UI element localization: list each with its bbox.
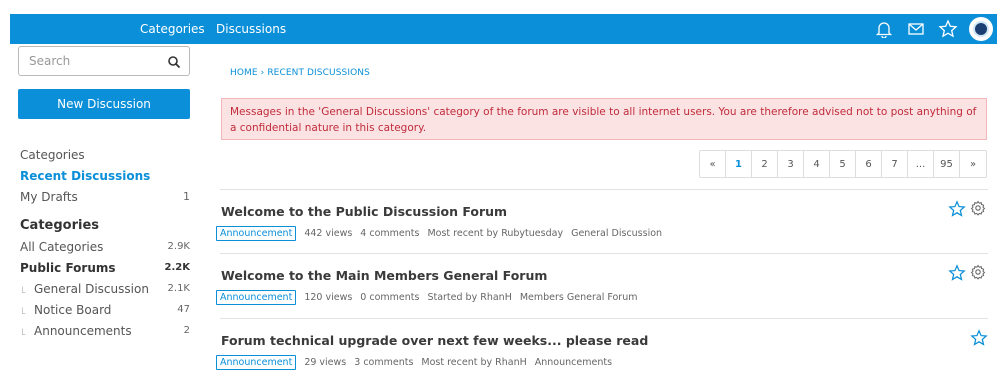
discussion-category[interactable]: General Discussion <box>571 228 662 239</box>
recent-author[interactable]: Most recent by RhanH <box>421 357 526 368</box>
pager-page-3[interactable]: 3 <box>778 151 804 177</box>
discussion-category[interactable]: Members General Forum <box>520 292 638 303</box>
sidebar-item-count: 1 <box>183 190 190 203</box>
announcement-badge: Announcement <box>216 355 297 370</box>
announcement-badge: Announcement <box>216 226 297 241</box>
pager: « 1 2 3 4 5 6 7 ... 95 » <box>699 150 987 178</box>
category-item-public-forums[interactable]: Public Forums 2.2K <box>20 257 190 278</box>
recent-author[interactable]: Started by RhanH <box>427 292 511 303</box>
category-count: 47 <box>177 304 190 315</box>
discussion-category[interactable]: Announcements <box>535 357 612 368</box>
pager-prev[interactable]: « <box>700 151 726 177</box>
discussion-actions <box>970 329 988 347</box>
avatar[interactable] <box>969 17 993 41</box>
category-label-text: Announcements <box>34 323 132 338</box>
pager-ellipsis: ... <box>908 151 934 177</box>
category-label: Notice Board <box>20 303 111 317</box>
pager-page-2[interactable]: 2 <box>752 151 778 177</box>
category-label: General Discussion <box>20 282 149 296</box>
view-count: 120 views <box>304 292 353 303</box>
search-input[interactable]: Search <box>18 46 190 76</box>
pager-page-95[interactable]: 95 <box>934 151 960 177</box>
bell-icon[interactable] <box>873 18 895 40</box>
category-item-general-discussion[interactable]: General Discussion 2.1K <box>20 278 190 299</box>
discussion-actions <box>948 264 988 282</box>
nav-discussions-link[interactable]: Discussions <box>216 22 286 36</box>
discussion-title[interactable]: Forum technical upgrade over next few we… <box>221 333 648 348</box>
discussion-item: Forum technical upgrade over next few we… <box>216 318 988 378</box>
gear-icon[interactable] <box>970 264 988 282</box>
pager-page-6[interactable]: 6 <box>856 151 882 177</box>
recent-author[interactable]: Most recent by Rubytuesday <box>427 228 563 239</box>
bookmark-star-icon[interactable] <box>948 200 966 218</box>
sidebar-menu: Categories Recent Discussions My Drafts … <box>20 144 190 207</box>
sidebar-item-my-drafts[interactable]: My Drafts 1 <box>20 186 190 207</box>
discussion-actions <box>948 200 988 218</box>
announcement-badge: Announcement <box>216 290 297 305</box>
discussion-meta: Announcement 29 views 3 comments Most re… <box>216 355 612 370</box>
category-label: Announcements <box>20 324 132 338</box>
search-icon[interactable] <box>167 54 181 69</box>
pager-page-4[interactable]: 4 <box>804 151 830 177</box>
category-count: 2 <box>183 325 190 336</box>
top-bar-icons <box>873 14 993 44</box>
view-count: 442 views <box>304 228 353 239</box>
avatar-image <box>973 21 989 37</box>
discussion-meta: Announcement 442 views 4 comments Most r… <box>216 226 662 241</box>
sidebar-item-label: Recent Discussions <box>20 168 151 183</box>
sidebar-item-recent-discussions[interactable]: Recent Discussions <box>20 165 190 186</box>
category-label: All Categories <box>20 239 104 254</box>
nav-categories-link-wrap: Categories <box>140 14 205 44</box>
category-label: Public Forums <box>20 260 116 275</box>
discussion-item: Welcome to the Public Discussion Forum A… <box>216 189 988 253</box>
comment-count: 3 comments <box>354 357 414 368</box>
discussion-item: Welcome to the Main Members General Foru… <box>216 253 988 317</box>
alert-message: Messages in the 'General Discussions' ca… <box>221 98 987 140</box>
discussion-title[interactable]: Welcome to the Public Discussion Forum <box>221 204 507 219</box>
new-discussion-button[interactable]: New Discussion <box>18 89 190 119</box>
category-label-text: Notice Board <box>34 302 112 317</box>
mail-icon[interactable] <box>905 18 927 40</box>
star-icon[interactable] <box>937 18 959 40</box>
gear-icon[interactable] <box>970 200 988 218</box>
discussion-title[interactable]: Welcome to the Main Members General Foru… <box>221 268 547 283</box>
nav-categories-link[interactable]: Categories <box>140 22 205 36</box>
search-placeholder: Search <box>29 54 71 68</box>
pager-page-5[interactable]: 5 <box>830 151 856 177</box>
sidebar-item-label: Categories <box>20 147 85 162</box>
category-count: 2.2K <box>164 262 190 273</box>
nav-discussions-link-wrap: Discussions <box>216 14 286 44</box>
categories-list: All Categories 2.9K Public Forums 2.2K G… <box>20 236 190 341</box>
view-count: 29 views <box>304 357 347 368</box>
category-count: 2.9K <box>167 241 190 252</box>
discussion-meta: Announcement 120 views 0 comments Starte… <box>216 290 637 305</box>
category-item-announcements[interactable]: Announcements 2 <box>20 320 190 341</box>
category-item-all[interactable]: All Categories 2.9K <box>20 236 190 257</box>
pager-next[interactable]: » <box>960 151 986 177</box>
comment-count: 0 comments <box>360 292 420 303</box>
pager-page-1[interactable]: 1 <box>726 151 752 177</box>
sidebar-item-label: My Drafts <box>20 189 78 204</box>
comment-count: 4 comments <box>360 228 420 239</box>
category-item-notice-board[interactable]: Notice Board 47 <box>20 299 190 320</box>
bookmark-star-icon[interactable] <box>970 329 988 347</box>
category-count: 2.1K <box>167 283 190 294</box>
breadcrumb[interactable]: HOME › RECENT DISCUSSIONS <box>230 68 370 78</box>
pager-page-7[interactable]: 7 <box>882 151 908 177</box>
categories-heading: Categories <box>20 218 100 233</box>
category-label-text: General Discussion <box>34 281 149 296</box>
bookmark-star-icon[interactable] <box>948 264 966 282</box>
sidebar-item-categories[interactable]: Categories <box>20 144 190 165</box>
